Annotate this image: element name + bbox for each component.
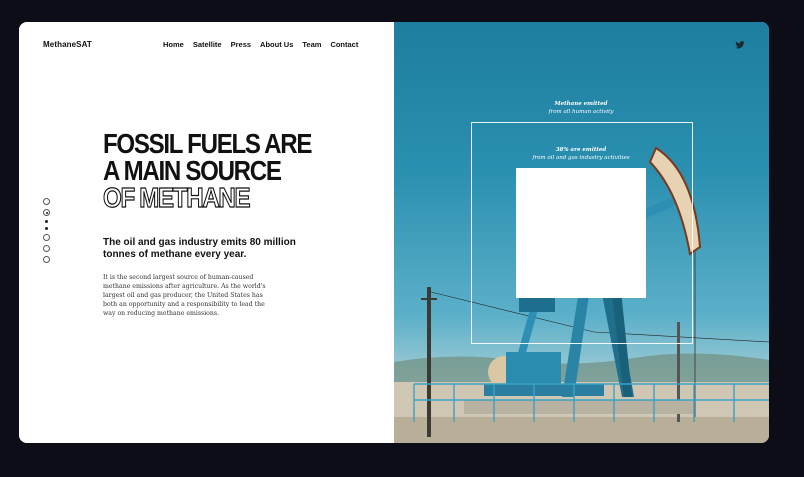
oil-gas-share-square (516, 168, 646, 298)
page-dot-sub-2[interactable] (45, 227, 48, 230)
page-dot-4[interactable] (43, 245, 50, 252)
hero-line-2: A MAIN SOURCE (103, 155, 282, 186)
section-pagination (43, 198, 50, 263)
main-nav: Home Satellite Press About Us Team Conta… (163, 40, 358, 49)
twitter-icon[interactable] (735, 40, 745, 50)
nav-contact[interactable]: Contact (330, 40, 358, 49)
nav-about-us[interactable]: About Us (260, 40, 293, 49)
inner-emissions-title: 38% are emitted (555, 147, 607, 153)
hero-headline: FOSSIL FUELS ARE A MAIN SOURCE OF METHAN… (102, 128, 312, 213)
nav-home[interactable]: Home (163, 40, 184, 49)
page-dot-3[interactable] (43, 234, 50, 241)
left-panel: MethaneSAT Home Satellite Press About Us… (19, 22, 394, 443)
hero-line-3: OF METHANE (102, 182, 251, 213)
hero-image-panel: Methane emitted from all human activity … (394, 22, 769, 443)
page-dot-5[interactable] (43, 256, 50, 263)
section-body: It is the second largest source of human… (103, 274, 266, 317)
inner-emissions-sub: from oil and gas industry activities (532, 155, 630, 161)
page-dot-2[interactable] (43, 209, 50, 216)
outer-emissions-label: Methane emitted from all human activity (471, 100, 691, 116)
nav-team[interactable]: Team (302, 40, 321, 49)
brand-logo[interactable]: MethaneSAT (43, 40, 92, 49)
page-frame: MethaneSAT Home Satellite Press About Us… (19, 22, 769, 443)
page-dot-1[interactable] (43, 198, 50, 205)
hero-line-1: FOSSIL FUELS ARE (103, 128, 312, 159)
section-subhead: The oil and gas industry emits 80 millio… (103, 237, 296, 260)
nav-press[interactable]: Press (231, 40, 251, 49)
page-dot-sub-1[interactable] (45, 220, 48, 223)
outer-emissions-sub: from all human activity (548, 109, 614, 115)
nav-satellite[interactable]: Satellite (193, 40, 222, 49)
outer-emissions-title: Methane emitted (554, 101, 608, 107)
inner-emissions-label: 38% are emitted from oil and gas industr… (471, 146, 691, 162)
